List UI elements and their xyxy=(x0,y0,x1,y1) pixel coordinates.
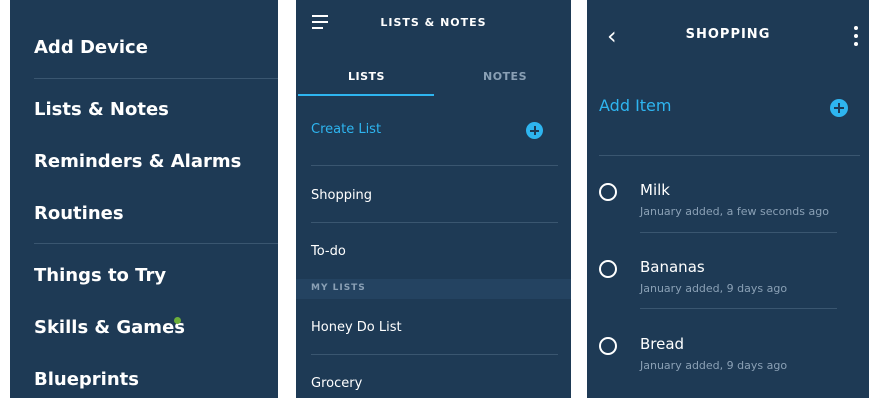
lists-notes-panel: LISTS & NOTES LISTS NOTES Create List Sh… xyxy=(296,0,571,398)
section-header: MY LISTS xyxy=(296,279,571,299)
add-list-plus-icon[interactable] xyxy=(526,122,543,139)
item-name[interactable]: Milk xyxy=(640,181,670,199)
page-title: SHOPPING xyxy=(685,27,771,42)
shopping-list-panel: ‹ SHOPPING Add Item Milk January added, … xyxy=(587,0,869,398)
list-item-honey-do[interactable]: Honey Do List xyxy=(311,320,402,335)
new-badge-dot xyxy=(174,317,181,324)
tab-lists[interactable]: LISTS xyxy=(348,70,385,83)
list-divider xyxy=(640,308,837,309)
menu-divider xyxy=(34,243,278,244)
menu-item-reminders-alarms[interactable]: Reminders & Alarms xyxy=(34,151,241,172)
menu-item-lists-notes[interactable]: Lists & Notes xyxy=(34,99,169,120)
menu-item-skills-games[interactable]: Skills & Games xyxy=(34,317,185,338)
menu-divider xyxy=(34,78,278,79)
item-meta: January added, 9 days ago xyxy=(640,282,788,295)
add-item-link[interactable]: Add Item xyxy=(599,96,671,115)
section-header-label: MY LISTS xyxy=(311,283,366,293)
list-item-shopping[interactable]: Shopping xyxy=(311,188,372,203)
menu-item-blueprints[interactable]: Blueprints xyxy=(34,369,139,390)
list-divider xyxy=(599,155,860,156)
item-name[interactable]: Bread xyxy=(640,335,684,353)
navigation-menu-panel: Add Device Lists & Notes Reminders & Ala… xyxy=(10,0,278,398)
item-name[interactable]: Bananas xyxy=(640,258,705,276)
item-checkbox[interactable] xyxy=(599,260,617,278)
menu-item-things-to-try[interactable]: Things to Try xyxy=(34,265,166,286)
page-title: LISTS & NOTES xyxy=(380,16,487,29)
list-item-grocery[interactable]: Grocery xyxy=(311,376,362,391)
list-divider xyxy=(311,354,558,355)
list-divider xyxy=(311,222,558,223)
item-meta: January added, 9 days ago xyxy=(640,359,788,372)
create-list-link[interactable]: Create List xyxy=(311,122,381,137)
list-divider xyxy=(640,232,837,233)
list-item-to-do[interactable]: To-do xyxy=(311,244,346,259)
add-item-plus-icon[interactable] xyxy=(830,99,848,117)
tab-notes[interactable]: NOTES xyxy=(483,70,527,83)
more-options-icon[interactable] xyxy=(854,26,858,50)
item-checkbox[interactable] xyxy=(599,183,617,201)
menu-item-routines[interactable]: Routines xyxy=(34,203,124,224)
list-divider xyxy=(311,165,558,166)
item-meta: January added, a few seconds ago xyxy=(640,205,829,218)
menu-item-add-device[interactable]: Add Device xyxy=(34,37,148,58)
item-checkbox[interactable] xyxy=(599,337,617,355)
active-tab-indicator xyxy=(298,94,434,96)
